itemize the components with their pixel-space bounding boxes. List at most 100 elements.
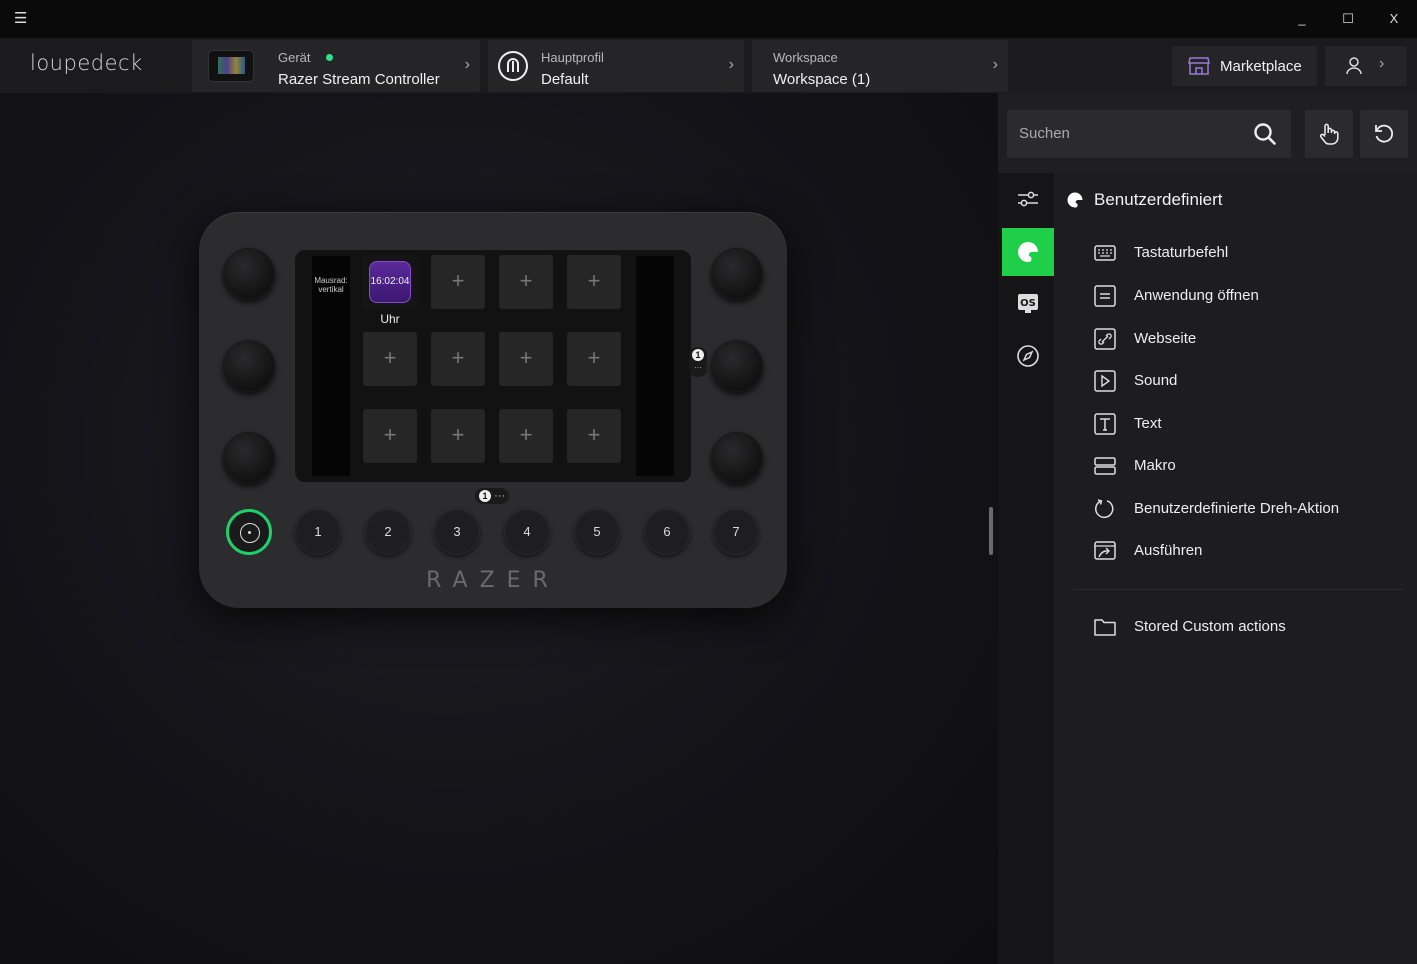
empty-key[interactable]: + — [363, 332, 417, 386]
empty-key[interactable]: + — [499, 409, 553, 463]
search-icon[interactable] — [1253, 122, 1277, 146]
link-icon — [1094, 328, 1116, 350]
compass-icon — [1017, 345, 1039, 367]
button-4[interactable]: 4 — [504, 509, 550, 555]
touch-mode-button[interactable] — [1305, 110, 1353, 158]
account-button[interactable]: › — [1325, 46, 1407, 86]
macro-icon — [1094, 457, 1116, 475]
workspace-name: Workspace (1) — [773, 71, 871, 88]
button-5[interactable]: 5 — [574, 509, 620, 555]
loupedeck-logo: loupedeck — [30, 51, 156, 80]
tab-adjustments[interactable] — [1002, 175, 1054, 223]
dial-right-2[interactable] — [711, 340, 763, 392]
button-1[interactable]: 1 — [295, 509, 341, 555]
run-icon — [1094, 541, 1116, 560]
dial-right-3[interactable] — [711, 432, 763, 484]
profile-icon — [498, 51, 528, 81]
tab-custom[interactable] — [1002, 228, 1054, 276]
keyboard-icon — [1094, 245, 1116, 261]
button-7[interactable]: 7 — [713, 509, 759, 555]
close-button[interactable]: X — [1382, 8, 1406, 30]
device-label: Gerät — [278, 50, 311, 65]
profile-name: Default — [541, 71, 589, 88]
hamburger-menu-icon[interactable]: ☰ — [14, 10, 32, 28]
palette-icon — [1067, 192, 1083, 208]
clock-key-label: Uhr — [380, 312, 400, 326]
empty-key[interactable]: + — [431, 255, 485, 309]
action-label: Webseite — [1134, 330, 1197, 347]
divider — [1074, 589, 1404, 590]
palette-icon — [1018, 242, 1038, 263]
empty-key[interactable]: + — [567, 332, 621, 386]
tab-navigation[interactable] — [1002, 332, 1054, 380]
device-selector[interactable]: Gerät Razer Stream Controller › — [192, 40, 480, 92]
left-strip[interactable]: Mausrad: vertikal — [312, 256, 350, 476]
profile-selector[interactable]: Hauptprofil Default › — [488, 40, 744, 92]
more-icon: ··· — [694, 363, 702, 372]
user-icon — [1346, 57, 1362, 75]
empty-key[interactable]: + — [363, 409, 417, 463]
marketplace-button[interactable]: Marketplace — [1172, 46, 1317, 86]
folder-icon — [1094, 619, 1116, 636]
search-input[interactable]: Suchen — [1007, 110, 1291, 158]
minimize-button[interactable]: _ — [1290, 8, 1314, 30]
action-label: Ausführen — [1134, 542, 1203, 559]
os-icon: OS — [1018, 294, 1038, 313]
refresh-button[interactable] — [1360, 110, 1408, 158]
razer-brand-logo: RAZER — [426, 568, 560, 593]
action-label: Text — [1134, 415, 1162, 432]
empty-key[interactable]: + — [567, 409, 621, 463]
rotate-icon — [1095, 499, 1114, 519]
chevron-right-icon: › — [992, 56, 998, 73]
empty-key[interactable]: + — [431, 332, 485, 386]
chevron-right-icon: › — [728, 56, 734, 73]
text-icon — [1094, 413, 1116, 435]
screen-page-indicator[interactable]: 1 ··· — [475, 488, 510, 504]
app-window-icon — [1094, 285, 1116, 307]
actions-list: Benutzerdefiniert Tastaturbefehl Anwendu… — [1054, 173, 1417, 964]
device-thumbnail — [208, 50, 254, 82]
page-number: 1 — [479, 490, 491, 503]
maximize-button[interactable]: ☐ — [1336, 8, 1360, 30]
category-tabs: OS — [998, 173, 1054, 964]
button-2[interactable]: 2 — [365, 509, 411, 555]
page-number: 1 — [692, 349, 704, 362]
dial-left-1[interactable] — [223, 248, 275, 300]
right-strip[interactable] — [636, 256, 674, 476]
panel-splitter-handle[interactable] — [989, 507, 993, 555]
empty-key[interactable]: + — [431, 409, 485, 463]
category-title: Benutzerdefiniert — [1094, 190, 1223, 209]
dial-right-1[interactable] — [711, 248, 763, 300]
workspace-selector[interactable]: Workspace Workspace (1) › — [752, 40, 1008, 92]
empty-key[interactable]: + — [499, 255, 553, 309]
empty-key[interactable]: + — [567, 255, 621, 309]
search-placeholder: Suchen — [1019, 125, 1070, 142]
logo-wordmark: loupedeck — [30, 51, 143, 75]
play-icon — [1094, 370, 1116, 392]
svg-text:loupedeck: loupedeck — [30, 52, 143, 74]
button-6[interactable]: 6 — [644, 509, 690, 555]
tab-os[interactable]: OS — [1002, 280, 1054, 328]
left-strip-label: Mausrad: vertikal — [314, 276, 348, 294]
key-clock[interactable]: 16:02:04 — [363, 255, 417, 309]
store-icon — [1188, 57, 1210, 75]
device-status-dot — [326, 54, 333, 61]
clock-display: 16:02:04 — [369, 261, 411, 303]
action-label: Makro — [1134, 457, 1176, 474]
actions-panel: Suchen OS Benutzerdefiniert Tastaturbefe… — [998, 93, 1417, 964]
chevron-right-icon: › — [1379, 55, 1385, 72]
razer-stream-controller: Mausrad: vertikal 16:02:04 Uhr + + + + +… — [199, 212, 787, 608]
refresh-icon — [1375, 124, 1394, 143]
profile-label: Hauptprofil — [541, 50, 604, 65]
app-header: loupedeck Gerät Razer Stream Controller … — [0, 38, 1417, 93]
home-button[interactable] — [226, 509, 272, 555]
dial-left-2[interactable] — [223, 340, 275, 392]
dial-page-indicator[interactable]: 1 ··· — [689, 347, 707, 377]
svg-text:OS: OS — [1020, 298, 1036, 309]
button-3[interactable]: 3 — [434, 509, 480, 555]
empty-key[interactable]: + — [499, 332, 553, 386]
title-bar: ☰ _ ☐ X — [0, 0, 1417, 38]
sliders-icon — [1018, 191, 1038, 207]
action-label: Sound — [1134, 372, 1178, 389]
dial-left-3[interactable] — [223, 432, 275, 484]
